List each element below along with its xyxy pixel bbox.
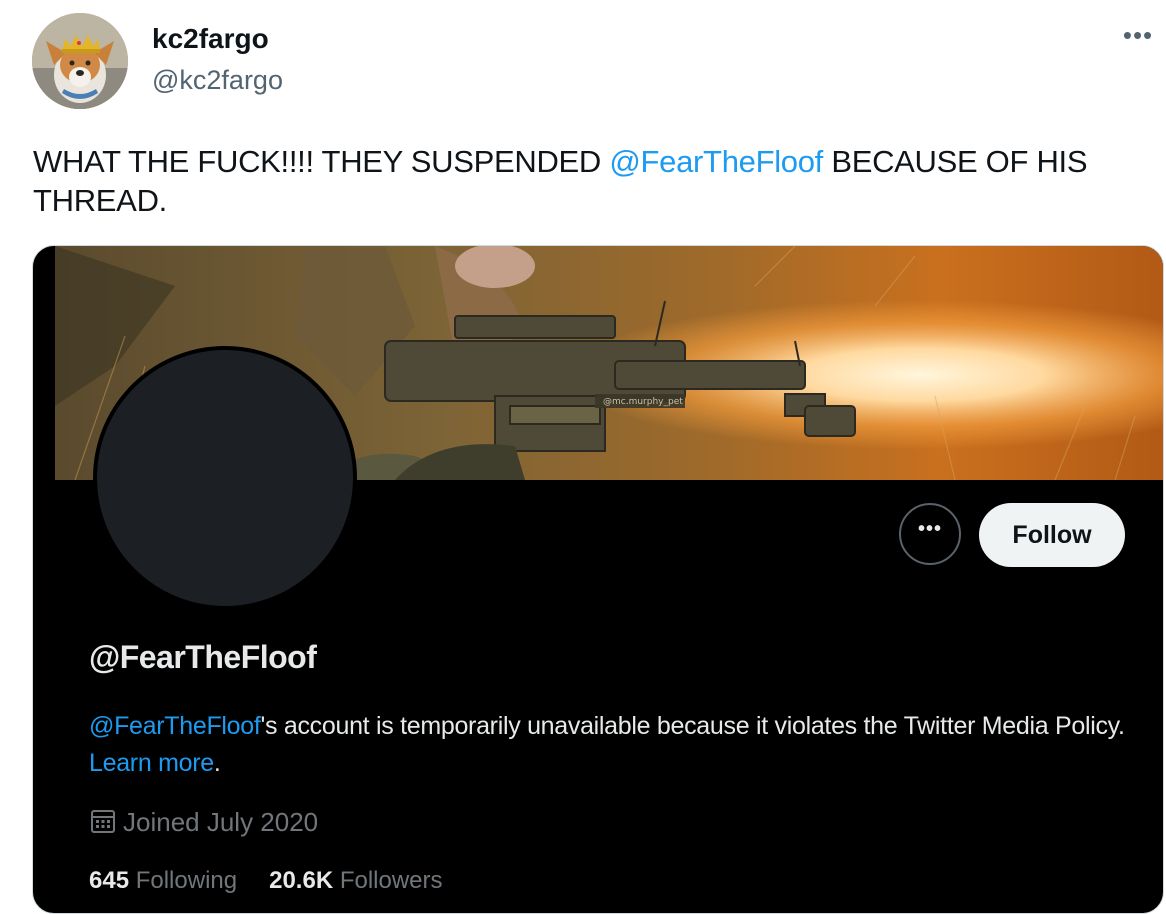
following-stat[interactable]: 645 Following [89,865,237,897]
tweet-mention-link[interactable]: @FearTheFloof [609,144,823,179]
profile-stats: 645 Following 20.6K Followers [89,865,475,897]
ellipsis-icon: ••• [917,518,942,540]
calendar-icon [89,807,117,842]
suspension-notice: @FearTheFloof's account is temporarily u… [89,708,1129,782]
tweet-text: WHAT THE FUCK!!!! THEY SUSPENDED @FearTh… [33,142,1163,220]
more-options-button[interactable]: ••• [1118,22,1158,54]
following-label: Following [135,867,238,894]
notice-end: . [213,749,221,777]
tweet: kc2fargo @kc2fargo ••• WHAT THE FUCK!!!!… [0,0,1166,914]
following-count: 645 [89,867,130,894]
tweet-text-start: WHAT THE FUCK!!!! THEY SUSPENDED [33,144,610,179]
notice-text: 's account is temporarily unavailable be… [260,712,1125,740]
ellipsis-icon: ••• [1122,20,1154,50]
followers-label: Followers [339,867,443,894]
followers-count: 20.6K [269,867,334,894]
notice-mention-link[interactable]: @FearTheFloof [89,712,261,740]
author-handle[interactable]: @kc2fargo [152,63,283,97]
attached-image[interactable]: @mc.murphy_pet ••• Follow @FearTheFloof … [32,245,1164,914]
banner-watermark: @mc.murphy_pet [603,397,683,407]
profile-avatar-placeholder [93,346,357,610]
learn-more-link[interactable]: Learn more [89,749,214,777]
joined-text: Joined July 2020 [123,807,319,837]
dog-with-crown-image [32,13,128,109]
followers-stat[interactable]: 20.6K Followers [269,865,442,897]
author-name[interactable]: kc2fargo [152,22,269,56]
joined-date: Joined July 2020 [89,806,318,838]
profile-more-button[interactable]: ••• [899,503,961,565]
profile-handle: @FearTheFloof [89,639,317,675]
author-avatar[interactable] [32,13,128,109]
follow-button[interactable]: Follow [979,503,1125,567]
